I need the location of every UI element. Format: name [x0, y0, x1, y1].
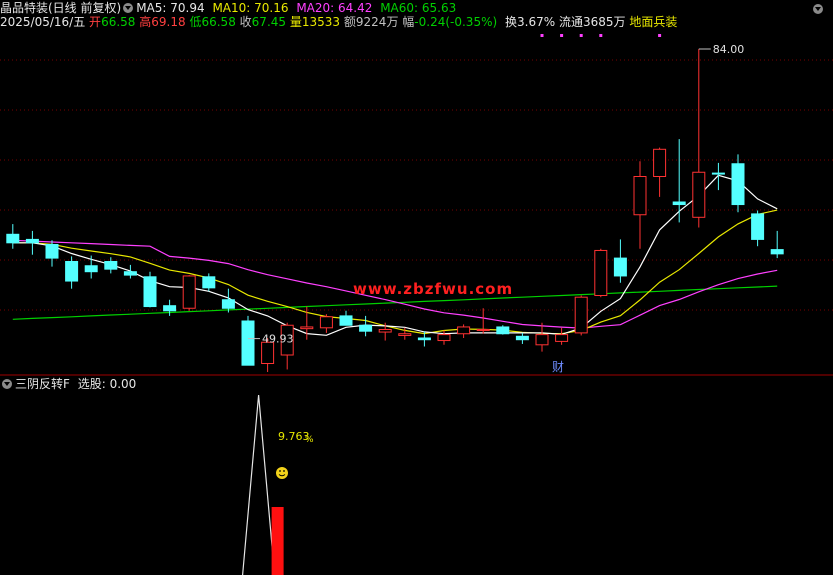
candle[interactable]: [25, 230, 39, 255]
candle[interactable]: [594, 248, 608, 298]
candle[interactable]: [65, 256, 79, 289]
candle-body: [633, 176, 647, 216]
candle[interactable]: [613, 239, 627, 283]
candle-body: [751, 213, 765, 240]
candle[interactable]: [437, 330, 451, 345]
moving-average-lines: [12, 174, 778, 336]
candle-body: [731, 163, 745, 206]
smiley-icon: [276, 467, 288, 479]
event-dot: [540, 34, 544, 37]
candle-body: [104, 261, 118, 270]
candle[interactable]: [45, 240, 59, 267]
candle[interactable]: [319, 314, 333, 333]
candle-body: [123, 271, 137, 276]
candlesticks: [6, 49, 784, 372]
candle-body: [417, 337, 431, 341]
candle-body: [182, 275, 196, 309]
candle[interactable]: [574, 295, 588, 336]
candle[interactable]: [633, 161, 647, 249]
watermark-text: www.zbzfwu.com: [353, 280, 513, 298]
candle[interactable]: [359, 315, 373, 337]
candle[interactable]: [104, 257, 118, 274]
event-dot: [579, 34, 583, 37]
annotation-label: 84.00: [713, 43, 745, 56]
candle[interactable]: [182, 275, 196, 311]
candle[interactable]: [221, 288, 235, 313]
candle[interactable]: [515, 332, 529, 344]
candle[interactable]: [163, 299, 177, 316]
candle[interactable]: [476, 308, 490, 334]
annotation-label: 49.93: [262, 333, 294, 346]
candle[interactable]: [731, 154, 745, 213]
candle-body: [613, 257, 627, 277]
candle[interactable]: [84, 255, 98, 279]
candle-body: [359, 324, 373, 332]
candle-body: [221, 299, 235, 309]
candle-body: [319, 316, 333, 329]
candle[interactable]: [555, 327, 569, 345]
indicator-spike: [242, 394, 276, 575]
candle-body: [437, 334, 451, 342]
event-dot: [560, 34, 564, 37]
candle[interactable]: [653, 147, 667, 197]
indicator-panel: [242, 394, 284, 575]
candle-body: [378, 329, 392, 333]
candle[interactable]: [496, 325, 510, 335]
candle-body: [711, 172, 725, 175]
event-markers: [540, 34, 662, 37]
candle-body: [241, 320, 255, 366]
indicator-bar: [271, 507, 284, 575]
candle[interactable]: [6, 224, 20, 249]
candle-body: [84, 265, 98, 273]
event-dot: [599, 34, 603, 37]
candle-body: [476, 329, 490, 331]
price-annotations: 84.00 49.93: [248, 43, 744, 346]
candle-body: [339, 315, 353, 326]
stock-chart[interactable]: 84.0049.93 财 www.zbzfwu.com 9.763 %: [0, 0, 833, 575]
candle-body: [6, 233, 20, 244]
candle[interactable]: [692, 49, 706, 228]
event-dot: [658, 34, 662, 37]
grid-lines: [0, 59, 833, 376]
candle-body: [496, 326, 510, 335]
candle[interactable]: [339, 310, 353, 326]
candle-body: [672, 201, 686, 206]
candle[interactable]: [123, 264, 137, 279]
candle-body: [398, 333, 412, 336]
candle[interactable]: [280, 322, 294, 370]
candle-body: [202, 276, 216, 289]
candle[interactable]: [535, 322, 549, 352]
candle[interactable]: [672, 139, 686, 223]
candle[interactable]: [143, 271, 157, 308]
candle-body: [574, 296, 588, 334]
candle-body: [65, 261, 79, 282]
candle-body: [143, 276, 157, 308]
candle-body: [594, 249, 608, 296]
candle[interactable]: [751, 210, 765, 247]
candle-body: [555, 334, 569, 342]
candle[interactable]: [457, 324, 471, 338]
earnings-marker[interactable]: 财: [552, 360, 564, 374]
candle[interactable]: [241, 315, 255, 366]
ma5-line: [12, 174, 778, 336]
candle-body: [300, 326, 314, 330]
candle-body: [163, 305, 177, 312]
candle-body: [535, 334, 549, 346]
candle-body: [515, 335, 529, 341]
candle-body: [692, 171, 706, 218]
candle-body: [25, 238, 39, 244]
candle-body: [770, 249, 784, 255]
candle[interactable]: [202, 273, 216, 292]
candle[interactable]: [770, 230, 784, 259]
indicator-pct-sign: %: [305, 435, 314, 445]
candle-body: [45, 244, 59, 259]
candle-body: [457, 326, 471, 335]
candle-body: [653, 148, 667, 178]
